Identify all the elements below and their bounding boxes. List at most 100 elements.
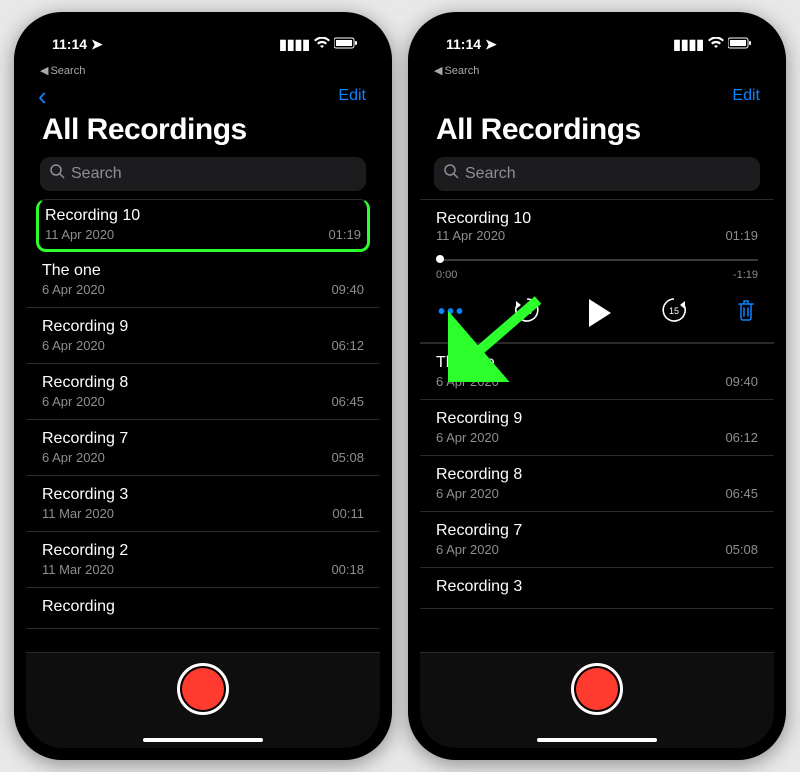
bottom-toolbar: [26, 652, 380, 748]
recording-duration: 09:40: [331, 282, 364, 297]
recording-date: 11 Mar 2020: [42, 562, 114, 577]
breadcrumb-label: Search: [50, 65, 85, 77]
wifi-icon: [708, 36, 724, 52]
phone-right: 11:14 ➤ ▮▮▮▮ ◀ Search ‹ Edit All Recordi…: [408, 12, 786, 760]
recording-row[interactable]: Recording 8 6 Apr 2020 06:45: [420, 456, 774, 512]
recording-date: 6 Apr 2020: [436, 374, 499, 389]
recording-name: Recording 8: [42, 374, 364, 392]
recording-name: Recording 10: [436, 210, 758, 228]
playback-scrubber[interactable]: [436, 253, 758, 267]
recording-name: Recording 3: [42, 486, 364, 504]
recording-row[interactable]: The one 6 Apr 2020 09:40: [26, 252, 380, 308]
search-input[interactable]: Search: [434, 157, 760, 191]
recording-date: 6 Apr 2020: [42, 394, 105, 409]
recording-row[interactable]: Recording 1011 Apr 202001:19: [36, 199, 370, 252]
recording-duration: 09:40: [725, 374, 758, 389]
recording-date: 6 Apr 2020: [42, 450, 105, 465]
recording-date: 6 Apr 2020: [436, 542, 499, 557]
breadcrumb[interactable]: ◀ Search: [26, 64, 380, 81]
recording-name: Recording 3: [436, 578, 758, 596]
record-button[interactable]: [177, 663, 229, 715]
record-button[interactable]: [571, 663, 623, 715]
recordings-list: Recording 10 11 Apr 2020 01:19 0:00 -1:1…: [420, 199, 774, 652]
recording-duration: 06:45: [725, 486, 758, 501]
page-title: All Recordings: [26, 111, 380, 157]
home-indicator[interactable]: [143, 738, 263, 742]
edit-button[interactable]: Edit: [338, 87, 366, 105]
recording-row[interactable]: Recording 2 11 Mar 2020 00:18: [26, 532, 380, 588]
screen-right: 11:14 ➤ ▮▮▮▮ ◀ Search ‹ Edit All Recordi…: [420, 24, 774, 748]
recording-name: Recording 8: [436, 466, 758, 484]
signal-icon: ▮▮▮▮: [279, 36, 310, 53]
skip-forward-15-icon[interactable]: 15: [659, 295, 689, 330]
home-indicator[interactable]: [537, 738, 657, 742]
recording-row[interactable]: Recording 86 Apr 202006:45: [26, 364, 380, 420]
more-options-button[interactable]: •••: [438, 301, 465, 324]
search-input[interactable]: Search: [40, 157, 366, 191]
recording-row[interactable]: Recording 9 6 Apr 2020 06:12: [26, 308, 380, 364]
recording-duration: 00:11: [332, 506, 364, 521]
phone-left: 11:14 ➤ ▮▮▮▮ ◀ Search ‹ Edit All Recordi…: [14, 12, 392, 760]
recording-duration: 06:12: [725, 430, 758, 445]
battery-icon: [334, 36, 358, 52]
recording-name: Recording 2: [42, 542, 364, 560]
recording-duration: 01:19: [328, 227, 361, 242]
recording-row[interactable]: Recording: [26, 588, 380, 629]
recording-row[interactable]: Recording 76 Apr 202005:08: [26, 420, 380, 476]
search-icon: [444, 164, 459, 184]
recording-duration: 05:08: [725, 542, 758, 557]
svg-text:15: 15: [522, 306, 532, 316]
recording-date: 6 Apr 2020: [436, 486, 499, 501]
page-title: All Recordings: [420, 111, 774, 157]
notch: [517, 12, 677, 36]
recording-date: 11 Apr 2020: [45, 227, 114, 242]
breadcrumb-label: Search: [444, 65, 479, 77]
nav-bar: ‹ Edit: [420, 81, 774, 111]
recording-name: Recording 7: [436, 522, 758, 540]
clock: 11:14: [446, 36, 481, 52]
recording-name: Recording 9: [42, 318, 364, 336]
recording-date: 6 Apr 2020: [42, 282, 105, 297]
recording-date: 11 Mar 2020: [42, 506, 114, 521]
play-button[interactable]: [589, 299, 611, 327]
recording-name: The one: [42, 262, 364, 280]
recording-expanded[interactable]: Recording 10 11 Apr 2020 01:19 0:00 -1:1…: [420, 199, 774, 343]
location-icon: ➤: [91, 36, 103, 53]
wifi-icon: [314, 36, 330, 52]
recordings-list: Recording 1011 Apr 202001:19The one6 Apr…: [26, 199, 380, 652]
recording-name: Recording 9: [436, 410, 758, 428]
recording-row[interactable]: Recording 9 6 Apr 2020 06:12: [420, 400, 774, 456]
recording-row[interactable]: Recording 3 11 Mar 2020 00:11: [26, 476, 380, 532]
notch: [123, 12, 283, 36]
breadcrumb[interactable]: ◀ Search: [420, 64, 774, 81]
signal-icon: ▮▮▮▮: [673, 36, 704, 53]
nav-bar: ‹ Edit: [26, 81, 380, 111]
location-icon: ➤: [485, 36, 497, 53]
remaining-time: -1:19: [733, 269, 758, 281]
recording-duration: 06:12: [331, 338, 364, 353]
search-placeholder: Search: [465, 165, 516, 183]
recording-row[interactable]: Recording 7 6 Apr 2020 05:08: [420, 512, 774, 568]
screen-left: 11:14 ➤ ▮▮▮▮ ◀ Search ‹ Edit All Recordi…: [26, 24, 380, 748]
bottom-toolbar: [420, 652, 774, 748]
recording-duration: 01:19: [725, 228, 758, 243]
recording-date: 6 Apr 2020: [436, 430, 499, 445]
recording-name: The one: [436, 354, 758, 372]
scrubber-knob[interactable]: [436, 255, 444, 263]
svg-text:15: 15: [669, 306, 679, 316]
battery-icon: [728, 36, 752, 52]
search-icon: [50, 164, 65, 184]
recording-duration: 05:08: [331, 450, 364, 465]
back-button[interactable]: ‹: [34, 81, 51, 112]
recording-row[interactable]: The one 6 Apr 2020 09:40: [420, 343, 774, 400]
recording-name: Recording: [42, 598, 364, 616]
recording-row[interactable]: Recording 3: [420, 568, 774, 609]
edit-button[interactable]: Edit: [732, 87, 760, 105]
skip-back-15-icon[interactable]: 15: [512, 295, 542, 330]
recording-duration: 00:18: [331, 562, 364, 577]
recording-date: 6 Apr 2020: [42, 338, 105, 353]
clock: 11:14: [52, 36, 87, 52]
delete-button[interactable]: [736, 299, 756, 327]
elapsed-time: 0:00: [436, 269, 457, 281]
chevron-left-icon: ◀: [40, 64, 48, 77]
